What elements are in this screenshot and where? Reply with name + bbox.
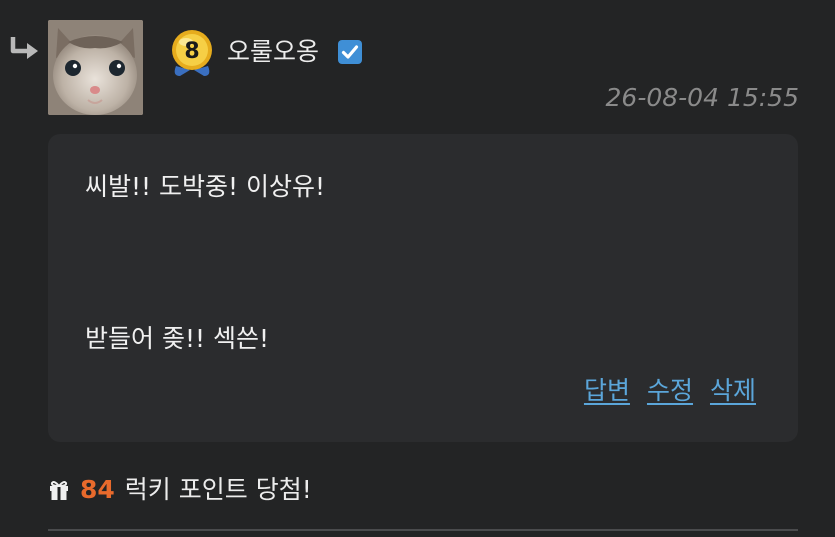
comment-timestamp: 26-08-04 15:55 <box>605 83 799 112</box>
reply-arrow-icon <box>10 37 38 59</box>
avatar[interactable] <box>48 20 143 115</box>
comment-text-line: 씨발!! 도박중! 이상유! <box>85 172 325 201</box>
level-number: 8 <box>184 39 199 64</box>
lucky-points-label: 럭키 포인트 당첨! <box>124 475 312 504</box>
reply-link[interactable]: 답변 <box>584 374 630 408</box>
gift-icon <box>50 481 68 500</box>
delete-link[interactable]: 삭제 <box>710 374 756 408</box>
level-badge-icon: 8 <box>172 30 212 76</box>
divider <box>48 529 798 531</box>
nickname[interactable]: 오룰오옹 <box>227 36 319 68</box>
verified-check-icon <box>338 40 362 64</box>
lucky-points-value: 84 <box>80 475 115 504</box>
comment-page: 8 오룰오옹 26-08-04 15:55 씨발!! 도박중! 이상유! 받들어… <box>0 0 835 537</box>
comment-text-line: 받들어 좆!! 섹쓴! <box>85 324 269 353</box>
lucky-points-notice: 84 럭키 포인트 당첨! <box>48 473 312 507</box>
comment-actions: 답변 수정 삭제 <box>584 374 756 408</box>
cat-avatar-image <box>48 20 143 115</box>
comment-body: 씨발!! 도박중! 이상유! 받들어 좆!! 섹쓴! 답변 수정 삭제 <box>48 134 798 442</box>
edit-link[interactable]: 수정 <box>647 374 693 408</box>
